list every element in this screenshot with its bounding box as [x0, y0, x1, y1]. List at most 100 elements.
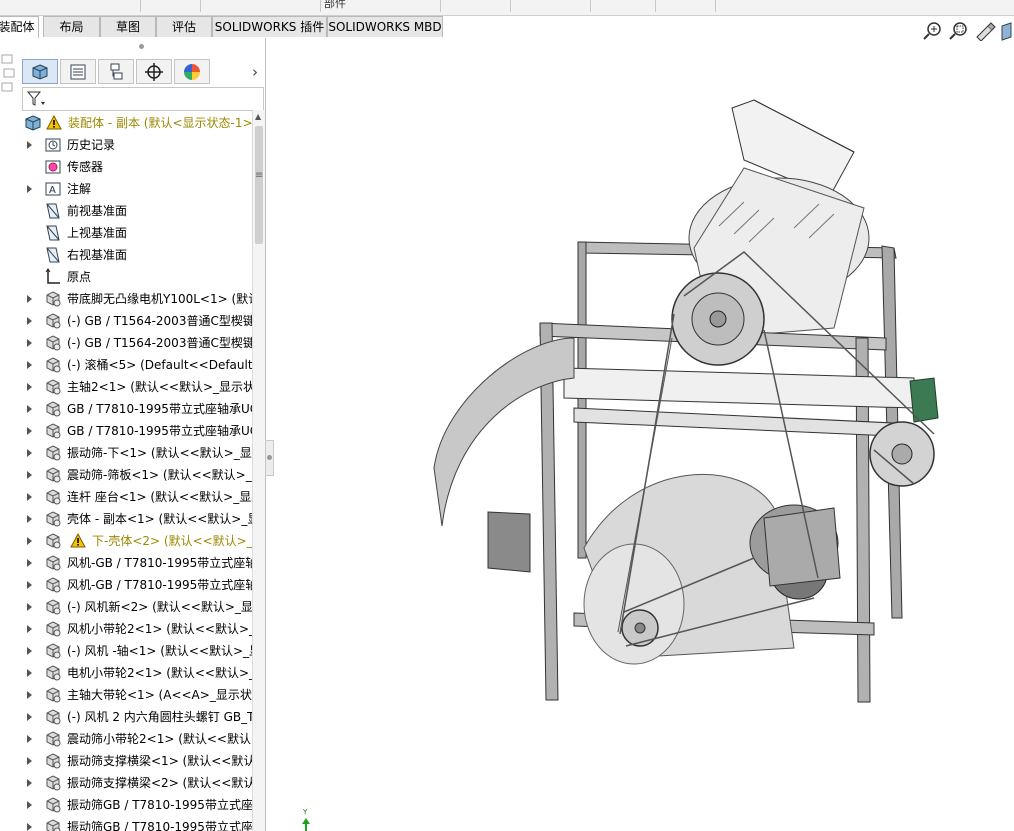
- tree-item[interactable]: 前视基准面: [22, 200, 252, 222]
- tree-item[interactable]: 连杆 座台<1> (默认<<默认>_显示: [22, 486, 252, 508]
- tree-item[interactable]: 振动筛-下<1> (默认<<默认>_显示: [22, 442, 252, 464]
- expand-arrow-icon[interactable]: [25, 536, 33, 546]
- tree-item[interactable]: 风机小带轮2<1> (默认<<默认>_显: [22, 618, 252, 640]
- filter-icon[interactable]: [26, 90, 46, 108]
- tree-item[interactable]: (-) 风机新<2> (默认<<默认>_显示: [22, 596, 252, 618]
- tab-property-manager[interactable]: [60, 59, 96, 84]
- expand-arrow-icon[interactable]: [25, 756, 33, 766]
- toolbar-segment[interactable]: [140, 0, 201, 12]
- expand-arrow-icon[interactable]: [25, 294, 33, 304]
- tree-filter-bar[interactable]: [22, 87, 264, 111]
- tree-item[interactable]: (-) GB / T1564-2003普通C型楔键: [22, 332, 252, 354]
- expand-arrow-icon[interactable]: [25, 140, 33, 150]
- menu-partial-label[interactable]: 部件: [324, 0, 346, 11]
- expand-arrow-icon[interactable]: [25, 668, 33, 678]
- command-manager-tabs: 装配体 布局 草图 评估 SOLIDWORKS 插件 SOLIDWORKS MB…: [0, 16, 1014, 38]
- tree-item[interactable]: 震动筛-筛板<1> (默认<<默认>_显: [22, 464, 252, 486]
- expand-arrow-icon[interactable]: [25, 778, 33, 788]
- tree-item-label: 风机小带轮2<1> (默认<<默认>_显: [67, 622, 252, 636]
- tab-layout[interactable]: 布局: [43, 16, 100, 37]
- tree-item[interactable]: 右视基准面: [22, 244, 252, 266]
- tab-display-manager[interactable]: [174, 59, 210, 84]
- toolbar-segment[interactable]: [655, 0, 716, 12]
- scroll-thumb[interactable]: [255, 126, 263, 244]
- tree-item[interactable]: (-) 滚桶<5> (Default<<Default>: [22, 354, 252, 376]
- panel-grip[interactable]: [139, 44, 144, 49]
- tab-solidworks-mbd[interactable]: SOLIDWORKS MBD: [327, 16, 443, 37]
- tab-feature-manager[interactable]: [22, 59, 58, 84]
- tree-item[interactable]: 下-壳体<2> (默认<<默认>_显: [22, 530, 252, 552]
- tree-item[interactable]: 传感器: [22, 156, 252, 178]
- expand-arrow-icon[interactable]: [25, 800, 33, 810]
- tree-item[interactable]: 主轴大带轮<1> (A<<A>_显示状态: [22, 684, 252, 706]
- expand-arrow-icon[interactable]: [25, 822, 33, 831]
- expand-arrow-icon[interactable]: [25, 382, 33, 392]
- expand-arrow-icon[interactable]: [25, 558, 33, 568]
- toolbar-segment[interactable]: [360, 0, 441, 12]
- toolbar-segment[interactable]: [60, 0, 141, 12]
- expand-arrow-icon[interactable]: [25, 316, 33, 326]
- tree-item[interactable]: 振动筛GB / T7810-1995带立式座: [22, 816, 252, 831]
- display-manager-icon: [184, 63, 200, 80]
- toolbar-segment[interactable]: [200, 0, 321, 12]
- toolbar-segment[interactable]: [440, 0, 511, 12]
- tree-item[interactable]: 原点: [22, 266, 252, 288]
- tree-root[interactable]: 装配体 - 副本 (默认<显示状态-1>: [22, 112, 252, 134]
- tree-item[interactable]: 带底脚无凸缘电机Y100L<1> (默认: [22, 288, 252, 310]
- expand-arrow-icon[interactable]: [25, 712, 33, 722]
- tree-item[interactable]: 电机小带轮2<1> (默认<<默认>_显: [22, 662, 252, 684]
- expand-arrow-icon[interactable]: [25, 514, 33, 524]
- expand-arrow-icon[interactable]: [25, 492, 33, 502]
- part-icon: [46, 599, 61, 615]
- graphics-area[interactable]: [274, 38, 1014, 831]
- tree-item[interactable]: 振动筛支撑横梁<2> (默认<<默认: [22, 772, 252, 794]
- expand-arrow-icon[interactable]: [25, 404, 33, 414]
- expand-arrow-icon[interactable]: [25, 690, 33, 700]
- tree-scrollbar[interactable]: ▲ ≡: [252, 110, 265, 831]
- expand-arrow-icon[interactable]: [25, 448, 33, 458]
- tree-item[interactable]: 历史记录: [22, 134, 252, 156]
- tree-item[interactable]: 风机-GB / T7810-1995带立式座轴: [22, 552, 252, 574]
- tab-sketch[interactable]: 草图: [100, 16, 156, 37]
- tree-item-label: 带底脚无凸缘电机Y100L<1> (默认: [67, 292, 252, 306]
- tree-item[interactable]: 壳体 - 副本<1> (默认<<默认>_显: [22, 508, 252, 530]
- tree-item[interactable]: GB / T7810-1995带立式座轴承UC: [22, 420, 252, 442]
- tree-item[interactable]: 风机-GB / T7810-1995带立式座轴: [22, 574, 252, 596]
- tree-item[interactable]: 上视基准面: [22, 222, 252, 244]
- toolbar-segment[interactable]: [590, 0, 656, 12]
- assembly-icon: [25, 115, 41, 131]
- expand-arrow-icon[interactable]: [25, 470, 33, 480]
- part-icon: [46, 775, 61, 791]
- expand-arrow-icon[interactable]: [25, 580, 33, 590]
- tab-assembly[interactable]: 装配体: [0, 16, 39, 38]
- panel-tabs-more-arrow[interactable]: ›: [248, 63, 262, 81]
- tree-item[interactable]: (-) GB / T1564-2003普通C型楔键: [22, 310, 252, 332]
- expand-arrow-icon[interactable]: [25, 602, 33, 612]
- tree-item-label: 风机-GB / T7810-1995带立式座轴: [67, 578, 252, 592]
- toolbar-segment[interactable]: [510, 0, 591, 12]
- tree-item[interactable]: GB / T7810-1995带立式座轴承UC: [22, 398, 252, 420]
- tree-item[interactable]: (-) 风机 -轴<1> (默认<<默认>_显: [22, 640, 252, 662]
- tree-item[interactable]: (-) 风机 2 内六角圆柱头螺钉 GB_T: [22, 706, 252, 728]
- tree-item[interactable]: 主轴2<1> (默认<<默认>_显示状: [22, 376, 252, 398]
- expand-arrow-icon[interactable]: [25, 646, 33, 656]
- expand-arrow-icon[interactable]: [25, 426, 33, 436]
- plane-icon: [46, 203, 60, 219]
- tree-item[interactable]: A 注解: [22, 178, 252, 200]
- tree-item[interactable]: 振动筛GB / T7810-1995带立式座: [22, 794, 252, 816]
- tree-item[interactable]: 振动筛支撑横梁<1> (默认<<默认: [22, 750, 252, 772]
- tab-solidworks-addins[interactable]: SOLIDWORKS 插件: [212, 16, 327, 37]
- feature-manager-panel: › 装配体 - 副本 (默认<显示状态-1> 历史记录 传感器 A 注解 前视基准面 上视…: [0, 38, 266, 831]
- expand-arrow-icon[interactable]: [25, 734, 33, 744]
- tab-configuration-manager[interactable]: [98, 59, 134, 84]
- expand-arrow-icon[interactable]: [25, 624, 33, 634]
- scroll-up-arrow-icon[interactable]: ▲: [255, 112, 261, 121]
- scroll-grip-icon: ≡: [255, 170, 264, 181]
- tab-dimxpert[interactable]: [136, 59, 172, 84]
- expand-arrow-icon[interactable]: [25, 184, 33, 194]
- tree-item[interactable]: 震动筛小带轮2<1> (默认<<默认>: [22, 728, 252, 750]
- panel-collapse-handle[interactable]: [265, 440, 274, 476]
- expand-arrow-icon[interactable]: [25, 360, 33, 370]
- tab-evaluate[interactable]: 评估: [156, 16, 212, 37]
- expand-arrow-icon[interactable]: [25, 338, 33, 348]
